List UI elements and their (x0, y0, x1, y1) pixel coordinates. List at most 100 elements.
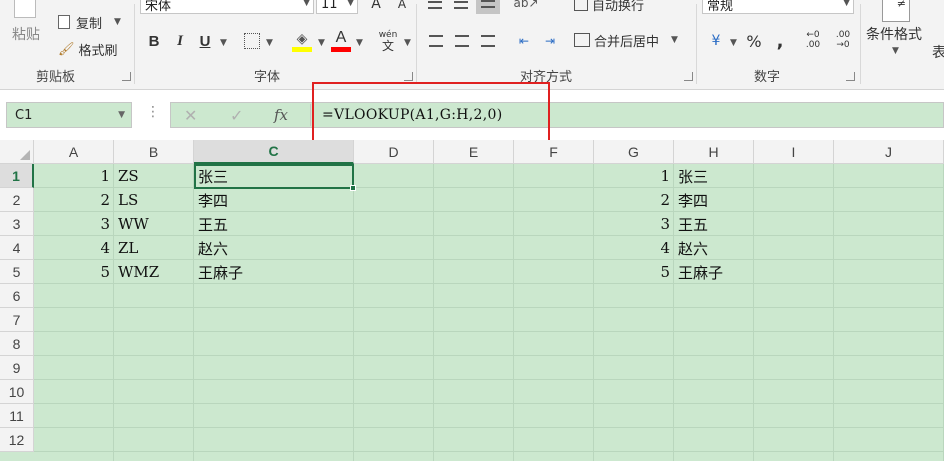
font-size-combo[interactable]: 11 ▼ (316, 0, 358, 14)
cell-h2[interactable]: 李四 (674, 188, 754, 212)
conditional-format-button[interactable]: ≠ 条件格式 ▼ (864, 0, 928, 62)
cancel-formula-button[interactable]: ✕ (184, 104, 202, 126)
chevron-down-icon[interactable]: ▼ (266, 38, 273, 48)
worksheet-grid[interactable]: ABCDEFGHIJ 1 2 3 4 5 6 7 8 9 10 11 12 1 2 3 4 5 ZS LS WW ZL… (0, 140, 944, 461)
number-launcher-icon[interactable] (846, 72, 855, 81)
cell-g1[interactable]: 1 (594, 164, 674, 188)
column-header-a[interactable]: A (34, 140, 114, 164)
font-color-button[interactable]: A (330, 26, 352, 54)
chevron-down-icon[interactable]: ▼ (318, 38, 325, 48)
column-header-i[interactable]: I (754, 140, 834, 164)
font-launcher-icon[interactable] (404, 72, 413, 81)
row-header-4[interactable]: 4 (0, 236, 34, 260)
row-header-12[interactable]: 12 (0, 428, 34, 452)
cell-a4[interactable]: 4 (34, 236, 114, 260)
underline-button[interactable]: U (196, 30, 214, 52)
clipboard-launcher-icon[interactable] (122, 72, 131, 81)
format-as-table-button[interactable]: 表 (932, 42, 944, 62)
cell-b3[interactable]: WW (114, 212, 194, 236)
cell-b5[interactable]: WMZ (114, 260, 194, 284)
cell-c5[interactable]: 王麻子 (194, 260, 354, 284)
column-header-c[interactable]: C (194, 140, 354, 164)
alignment-launcher-icon[interactable] (684, 72, 693, 81)
row-header-11[interactable]: 11 (0, 404, 34, 428)
fill-handle[interactable] (350, 185, 356, 191)
cell-g2[interactable]: 2 (594, 188, 674, 212)
column-header-e[interactable]: E (434, 140, 514, 164)
row-header-8[interactable]: 8 (0, 332, 34, 356)
formula-bar-splitter[interactable]: ⋮ (146, 104, 160, 126)
chevron-down-icon[interactable]: ▼ (356, 38, 363, 48)
wrap-text-button[interactable]: 自动换行 (574, 0, 644, 14)
column-header-d[interactable]: D (354, 140, 434, 164)
insert-function-button[interactable]: fx (274, 104, 294, 126)
phonetic-button[interactable]: wén 文 (376, 28, 400, 54)
align-center-button[interactable] (452, 32, 472, 50)
cell-g3[interactable]: 3 (594, 212, 674, 236)
row-header-6[interactable]: 6 (0, 284, 34, 308)
column-header-f[interactable]: F (514, 140, 594, 164)
merge-center-button[interactable]: 合并后居中 ▼ (574, 30, 678, 50)
paste-button[interactable]: 粘贴 (6, 0, 46, 60)
align-middle-button[interactable] (450, 0, 472, 14)
name-box[interactable]: C1 ▼ (6, 102, 132, 128)
chevron-down-icon[interactable]: ▼ (730, 38, 737, 48)
align-bottom-button[interactable] (476, 0, 500, 14)
cell-c3[interactable]: 王五 (194, 212, 354, 236)
increase-decimal-button[interactable]: ←0 .00 (800, 28, 826, 54)
cell-b4[interactable]: ZL (114, 236, 194, 260)
chevron-down-icon[interactable]: ▼ (404, 38, 411, 48)
column-header-j[interactable]: J (834, 140, 944, 164)
increase-decimal-bottom: .00 (805, 40, 821, 50)
cell-c4[interactable]: 赵六 (194, 236, 354, 260)
cell-a1[interactable]: 1 (34, 164, 114, 188)
row-header-3[interactable]: 3 (0, 212, 34, 236)
cell-h5[interactable]: 王麻子 (674, 260, 754, 284)
select-all-corner[interactable] (0, 140, 34, 164)
row-header-1[interactable]: 1 (0, 164, 34, 188)
cell-b2[interactable]: LS (114, 188, 194, 212)
column-header-h[interactable]: H (674, 140, 754, 164)
align-left-button[interactable] (426, 32, 446, 50)
italic-button[interactable]: I (170, 30, 190, 52)
cell-h3[interactable]: 王五 (674, 212, 754, 236)
cell-a2[interactable]: 2 (34, 188, 114, 212)
row-header-9[interactable]: 9 (0, 356, 34, 380)
cell-b1[interactable]: ZS (114, 164, 194, 188)
grow-font-button[interactable]: A (366, 0, 386, 12)
cell-h4[interactable]: 赵六 (674, 236, 754, 260)
enter-formula-button[interactable]: ✓ (230, 104, 248, 126)
number-format-combo[interactable]: 常规 ▼ (702, 0, 854, 14)
cell-h1[interactable]: 张三 (674, 164, 754, 188)
align-right-button[interactable] (478, 32, 498, 50)
row-header-7[interactable]: 7 (0, 308, 34, 332)
row-header-2[interactable]: 2 (0, 188, 34, 212)
decrease-decimal-button[interactable]: .00 →0 (830, 28, 856, 54)
font-name-combo[interactable]: 宋体 ▼ (140, 0, 314, 14)
fill-color-button[interactable]: ◈ (290, 28, 314, 54)
column-header-b[interactable]: B (114, 140, 194, 164)
orientation-button[interactable]: ab↗ (513, 0, 538, 12)
clipboard-group-label: 剪贴板 (36, 70, 76, 85)
bold-button[interactable]: B (144, 30, 164, 52)
cell-g4[interactable]: 4 (594, 236, 674, 260)
percent-button[interactable]: % (744, 30, 764, 52)
cell-c2[interactable]: 李四 (194, 188, 354, 212)
cell-a5[interactable]: 5 (34, 260, 114, 284)
row-header-10[interactable]: 10 (0, 380, 34, 404)
selected-cell-border[interactable] (194, 164, 354, 189)
chevron-down-icon[interactable]: ▼ (220, 38, 227, 48)
cell-g5[interactable]: 5 (594, 260, 674, 284)
borders-button[interactable] (242, 31, 262, 51)
column-header-g[interactable]: G (594, 140, 674, 164)
shrink-font-button[interactable]: A (392, 0, 412, 12)
row-header-5[interactable]: 5 (0, 260, 34, 284)
align-top-button[interactable] (424, 0, 446, 14)
copy-button[interactable]: 复制 ▼ (58, 12, 121, 32)
accounting-format-button[interactable]: ¥ (704, 30, 728, 52)
format-painter-button[interactable]: 🖌 格式刷 (58, 39, 118, 59)
decrease-indent-button[interactable]: ⇤ (514, 32, 534, 50)
increase-indent-button[interactable]: ⇥ (540, 32, 560, 50)
cell-a3[interactable]: 3 (34, 212, 114, 236)
comma-style-button[interactable]: , (772, 30, 788, 52)
